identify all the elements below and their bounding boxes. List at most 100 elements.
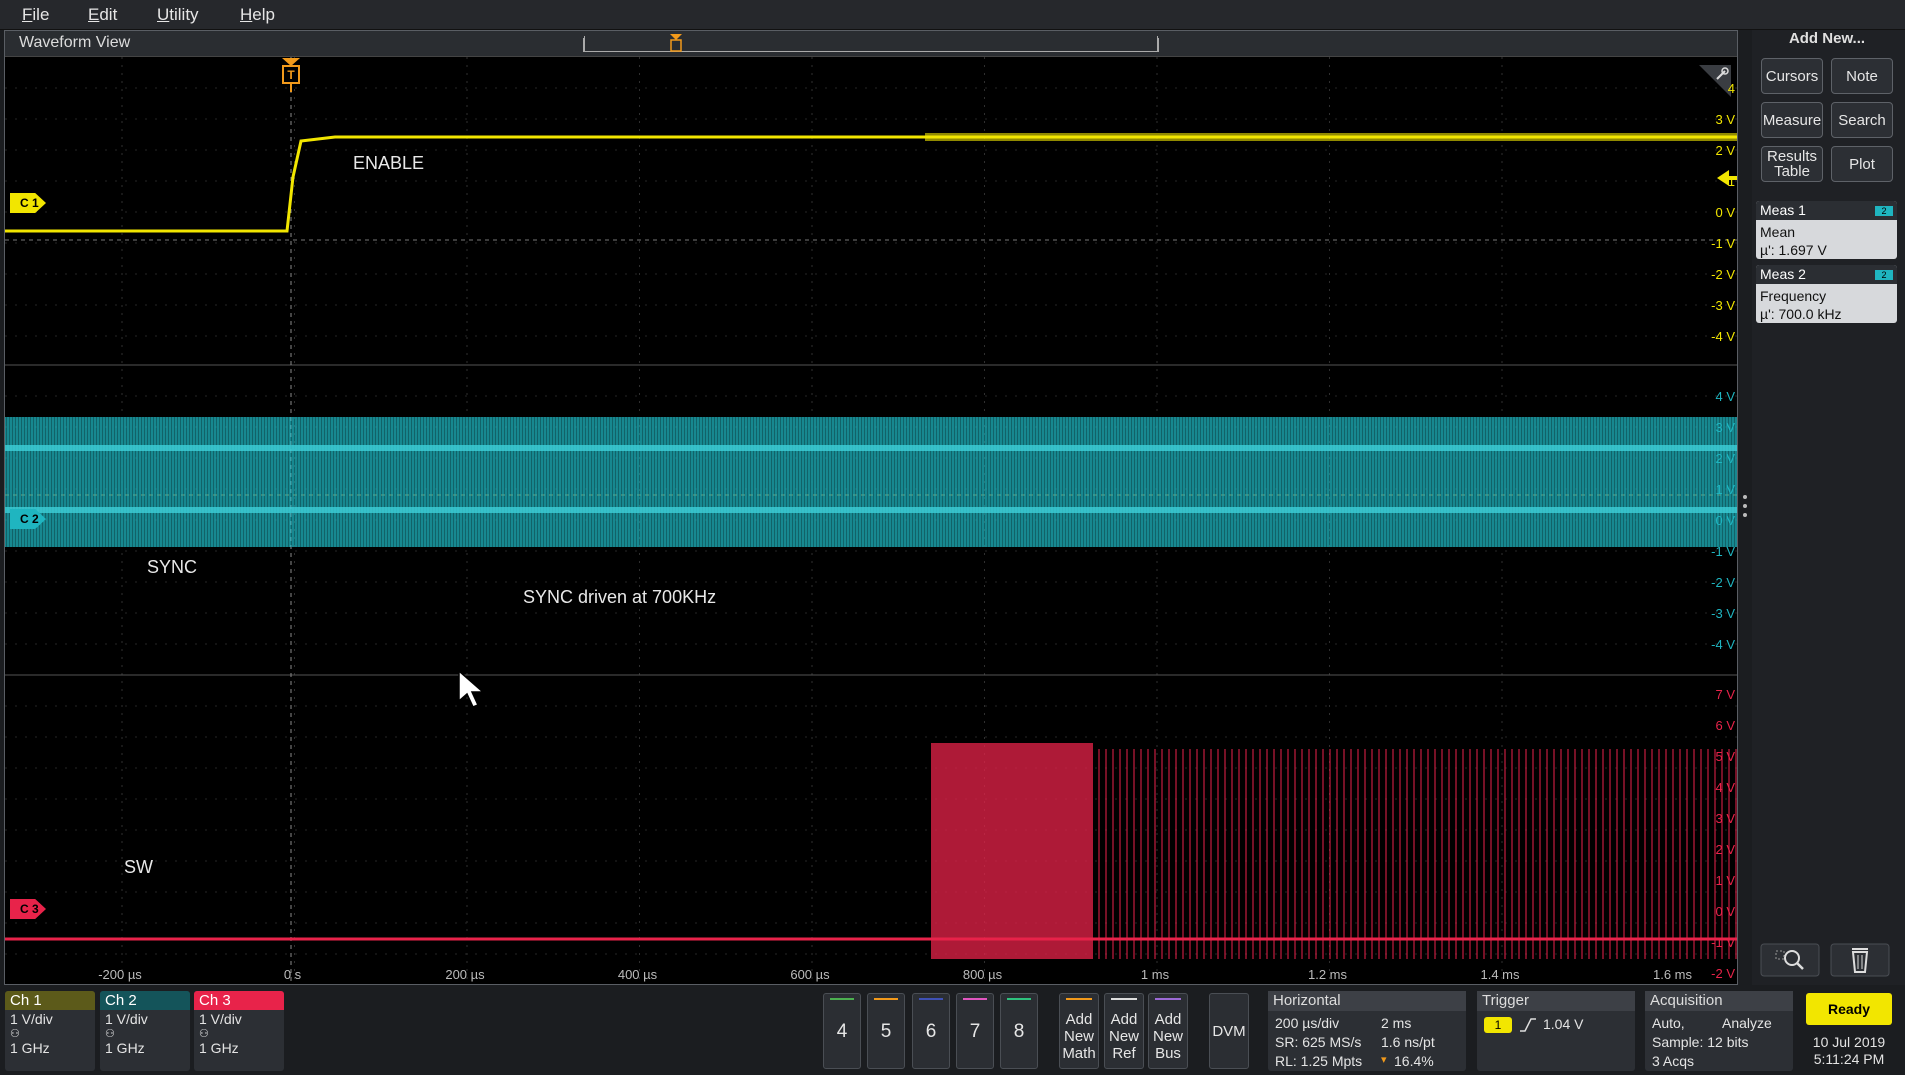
ch5-button[interactable]: 5 <box>867 993 905 1069</box>
run-status-button[interactable]: Ready <box>1806 993 1892 1025</box>
ch2-trace-band <box>5 417 1737 547</box>
waveform-view[interactable]: Waveform View T 4 3 V 2 V 1 0 V -1 V -2 V -3 V -… <box>4 30 1738 985</box>
time-axis-label: 600 µs <box>790 967 830 982</box>
horizontal-title: Horizontal <box>1268 991 1466 1011</box>
trigger-badge[interactable]: Trigger 1 1.04 V <box>1477 991 1635 1071</box>
ch1-trace <box>5 135 1737 233</box>
add-new-math-button[interactable]: Add New Math <box>1059 993 1099 1069</box>
results-bar: Add New... Cursors Note Measure Search R… <box>1752 30 1905 985</box>
meas-1-body: Mean µ': 1.697 V <box>1756 220 1897 259</box>
ch2-scale-label: -4 V <box>1711 637 1735 652</box>
menu-file[interactable]: File <box>22 5 49 25</box>
ch1-scale-label: -1 V <box>1711 236 1735 251</box>
ch1-scale-label: 3 V <box>1715 112 1735 127</box>
results-table-button[interactable]: Results Table <box>1761 146 1823 182</box>
ch3-badge[interactable]: Ch 3 1 V/div ⚇ 1 GHz <box>194 991 284 1071</box>
ch2-badge-bw: 1 GHz <box>105 1040 145 1056</box>
menu-help[interactable]: Help <box>240 5 275 25</box>
menu-utility[interactable]: Utility <box>157 5 199 25</box>
ch2-scale-label: 0 V <box>1715 513 1735 528</box>
ch3-scale-label: 3 V <box>1715 811 1735 826</box>
time-axis-label: 1.6 ms <box>1652 967 1692 982</box>
time-axis-label: 1 ms <box>1140 967 1170 982</box>
horizontal-badge[interactable]: Horizontal 200 µs/div 2 ms SR: 625 MS/s … <box>1268 991 1466 1071</box>
meas-2-card[interactable]: Meas 22 Frequency µ': 700.0 kHz <box>1756 265 1897 323</box>
meas-1-source-badge: 2 <box>1875 206 1893 216</box>
acquisition-count: 3 Acqs <box>1652 1053 1695 1069</box>
acquisition-title: Acquisition <box>1645 991 1793 1011</box>
ch2-scale-label: -2 V <box>1711 575 1735 590</box>
ch1-scale-label: 4 <box>1727 81 1735 96</box>
horizontal-duration: 2 ms <box>1381 1015 1412 1031</box>
trigger-source-badge: 1 <box>1484 1017 1512 1033</box>
ch3-trace-burst <box>931 743 1093 959</box>
ch7-button[interactable]: 7 <box>956 993 994 1069</box>
ch1-scale-label: 0 V <box>1715 205 1735 220</box>
trigger-title: Trigger <box>1477 991 1635 1011</box>
ch2-scale-label: 2 V <box>1715 451 1735 466</box>
ch6-button[interactable]: 6 <box>912 993 950 1069</box>
ch3-scale-label: 5 V <box>1715 749 1735 764</box>
meas-1-header: Meas 12 <box>1756 201 1897 220</box>
time-axis-label: -200 µs <box>98 967 142 982</box>
add-new-bus-button[interactable]: Add New Bus <box>1148 993 1188 1069</box>
ch1-badge-title: Ch 1 <box>5 991 95 1010</box>
ch2-badge-title: Ch 2 <box>100 991 190 1010</box>
plot-button[interactable]: Plot <box>1831 146 1893 182</box>
ch2-scale-label: -1 V <box>1711 544 1735 559</box>
measure-button[interactable]: Measure <box>1761 102 1823 138</box>
ch3-scale-label: 2 V <box>1715 842 1735 857</box>
time-axis-label: 0 s <box>283 967 302 982</box>
ch3-scale-label: -1 V <box>1711 935 1735 950</box>
add-new-title: Add New... <box>1788 30 1866 47</box>
ch2-scale-label: -3 V <box>1711 606 1735 621</box>
time-axis-label: 1.4 ms <box>1480 967 1520 982</box>
ch8-button[interactable]: 8 <box>1000 993 1038 1069</box>
settings-bar: Ch 1 1 V/div ⚇ 1 GHz Ch 2 1 V/div ⚇ 1 GH… <box>0 988 1905 1075</box>
horizontal-scale: 200 µs/div <box>1275 1015 1340 1031</box>
meas-2-header: Meas 22 <box>1756 265 1897 284</box>
zoom-icon[interactable] <box>1760 943 1820 977</box>
waveform-view-header: Waveform View <box>5 31 1737 57</box>
ch1-badge-bw: 1 GHz <box>10 1040 50 1056</box>
trigger-position-marker[interactable]: T <box>280 57 302 93</box>
panel-splitter-icon[interactable] <box>1741 493 1749 521</box>
ch3-badge-title: Ch 3 <box>194 991 284 1010</box>
meas-2-value: µ': 700.0 kHz <box>1760 306 1842 322</box>
cursors-button[interactable]: Cursors <box>1761 58 1823 94</box>
trigger-position-icon: T <box>282 58 300 92</box>
sync-note-label[interactable]: SYNC driven at 700KHz <box>523 587 716 608</box>
time-axis-label: 400 µs <box>617 967 658 982</box>
trash-icon[interactable] <box>1830 943 1890 977</box>
meas-1-type: Mean <box>1760 224 1796 240</box>
ch3-badge-bw: 1 GHz <box>199 1040 239 1056</box>
sw-label[interactable]: SW <box>124 857 153 878</box>
ch1-badge[interactable]: Ch 1 1 V/div ⚇ 1 GHz <box>5 991 95 1071</box>
ch3-probe-icon: ⚇ <box>199 1028 209 1040</box>
search-button[interactable]: Search <box>1831 102 1893 138</box>
ch2-badge[interactable]: Ch 2 1 V/div ⚇ 1 GHz <box>100 991 190 1071</box>
note-button[interactable]: Note <box>1831 58 1893 94</box>
add-new-ref-button[interactable]: Add New Ref <box>1104 993 1144 1069</box>
meas-1-card[interactable]: Meas 12 Mean µ': 1.697 V <box>1756 201 1897 259</box>
ch3-scale-label: 6 V <box>1715 718 1735 733</box>
enable-label[interactable]: ENABLE <box>353 153 424 174</box>
ch2-badge-scale: 1 V/div <box>105 1011 148 1027</box>
menu-bar: File Edit Utility Help <box>0 0 1905 30</box>
menu-edit[interactable]: Edit <box>88 5 117 25</box>
meas-2-type: Frequency <box>1760 288 1827 304</box>
ch1-scale-label: -3 V <box>1711 298 1735 313</box>
ch2-probe-icon: ⚇ <box>105 1028 115 1040</box>
ch4-button[interactable]: 4 <box>823 993 861 1069</box>
ch1-scale-label: 2 V <box>1715 143 1735 158</box>
ch2-trace-high <box>5 445 1737 451</box>
acquisition-analyze: Analyze <box>1722 1015 1772 1031</box>
ch2-scale-label: 3 V <box>1715 420 1735 435</box>
ch1-scale-label: 1 <box>1727 174 1735 189</box>
waveform-graticule <box>5 57 1737 984</box>
acquisition-badge[interactable]: Acquisition Auto, Analyze Sample: 12 bit… <box>1645 991 1793 1071</box>
sync-label[interactable]: SYNC <box>147 557 197 578</box>
horizontal-record-length: RL: 1.25 Mpts <box>1275 1053 1363 1069</box>
rising-edge-icon <box>1520 1018 1536 1032</box>
dvm-button[interactable]: DVM <box>1209 993 1249 1069</box>
